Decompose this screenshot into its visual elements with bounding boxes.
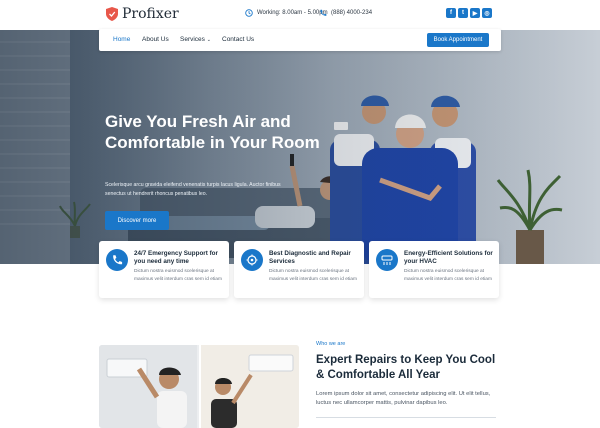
nav-item-services-label: Services — [180, 36, 205, 43]
nav-item-services[interactable]: Services ⌄ — [180, 36, 211, 43]
top-bar: Profixer Working: 8.00am - 5.00pm (888) … — [0, 0, 600, 30]
about-description: Lorem ipsum dolor sit amet, consectetur … — [316, 391, 491, 406]
nav-item-about-us[interactable]: About Us — [142, 36, 169, 43]
working-hours-text: Working: 8.00am - 5.00pm — [257, 10, 328, 16]
feature-card-diagnostic[interactable]: Best Diagnostic and Repair Services Dict… — [234, 241, 364, 298]
feature-text: Dictum nostra euismod scelerisque at max… — [269, 269, 357, 282]
diagnostic-icon — [241, 249, 263, 271]
about-title: Expert Repairs to Keep You Cool & Comfor… — [316, 354, 496, 381]
feature-text: Dictum nostra euismod scelerisque at max… — [134, 269, 222, 282]
phone-icon — [320, 9, 327, 16]
about-technician-photo — [99, 345, 299, 428]
feature-title: Energy-Efficient Solutions for your HVAC — [404, 250, 493, 265]
brand-name: Profixer — [122, 6, 179, 22]
feature-card-emergency[interactable]: 24/7 Emergency Support for you need any … — [99, 241, 229, 298]
working-hours: Working: 8.00am - 5.00pm — [245, 9, 328, 17]
hero-title: Give You Fresh Air and Comfortable in Yo… — [105, 112, 320, 152]
section-label: Who we are — [316, 341, 346, 347]
feature-title: 24/7 Emergency Support for you need any … — [134, 250, 218, 265]
phone-number: (888) 4000-234 — [331, 10, 373, 16]
phone-icon — [106, 249, 128, 271]
feature-text: Dictum nostra euismod scelerisque at max… — [404, 269, 492, 282]
hero-section: Give You Fresh Air and Comfortable in Yo… — [0, 30, 600, 264]
chevron-down-icon: ⌄ — [206, 37, 211, 43]
twitter-icon[interactable]: t — [458, 8, 468, 18]
divider — [316, 417, 496, 418]
youtube-icon[interactable]: ▶ — [470, 8, 480, 18]
feature-title: Best Diagnostic and Repair Services — [269, 250, 351, 265]
site-logo[interactable]: Profixer — [106, 6, 179, 22]
social-links: f t ▶ ◎ — [446, 8, 492, 18]
instagram-icon[interactable]: ◎ — [482, 8, 492, 18]
nav-item-contact-us[interactable]: Contact Us — [222, 36, 254, 43]
discover-more-button[interactable]: Discover more — [105, 211, 169, 230]
facebook-icon[interactable]: f — [446, 8, 456, 18]
hero-description: Scelerisque arcu gravida eleifend venena… — [105, 182, 281, 197]
nav-item-home[interactable]: Home — [113, 36, 130, 43]
air-conditioner-icon — [376, 249, 398, 271]
book-appointment-button[interactable]: Book Appointment — [427, 33, 489, 47]
feature-card-hvac[interactable]: Energy-Efficient Solutions for your HVAC… — [369, 241, 499, 298]
shield-logo-icon — [106, 7, 118, 21]
main-navbar: Home About Us Services ⌄ Contact Us Book… — [99, 29, 501, 51]
clock-icon — [245, 9, 253, 17]
phone-contact[interactable]: (888) 4000-234 — [319, 9, 372, 17]
